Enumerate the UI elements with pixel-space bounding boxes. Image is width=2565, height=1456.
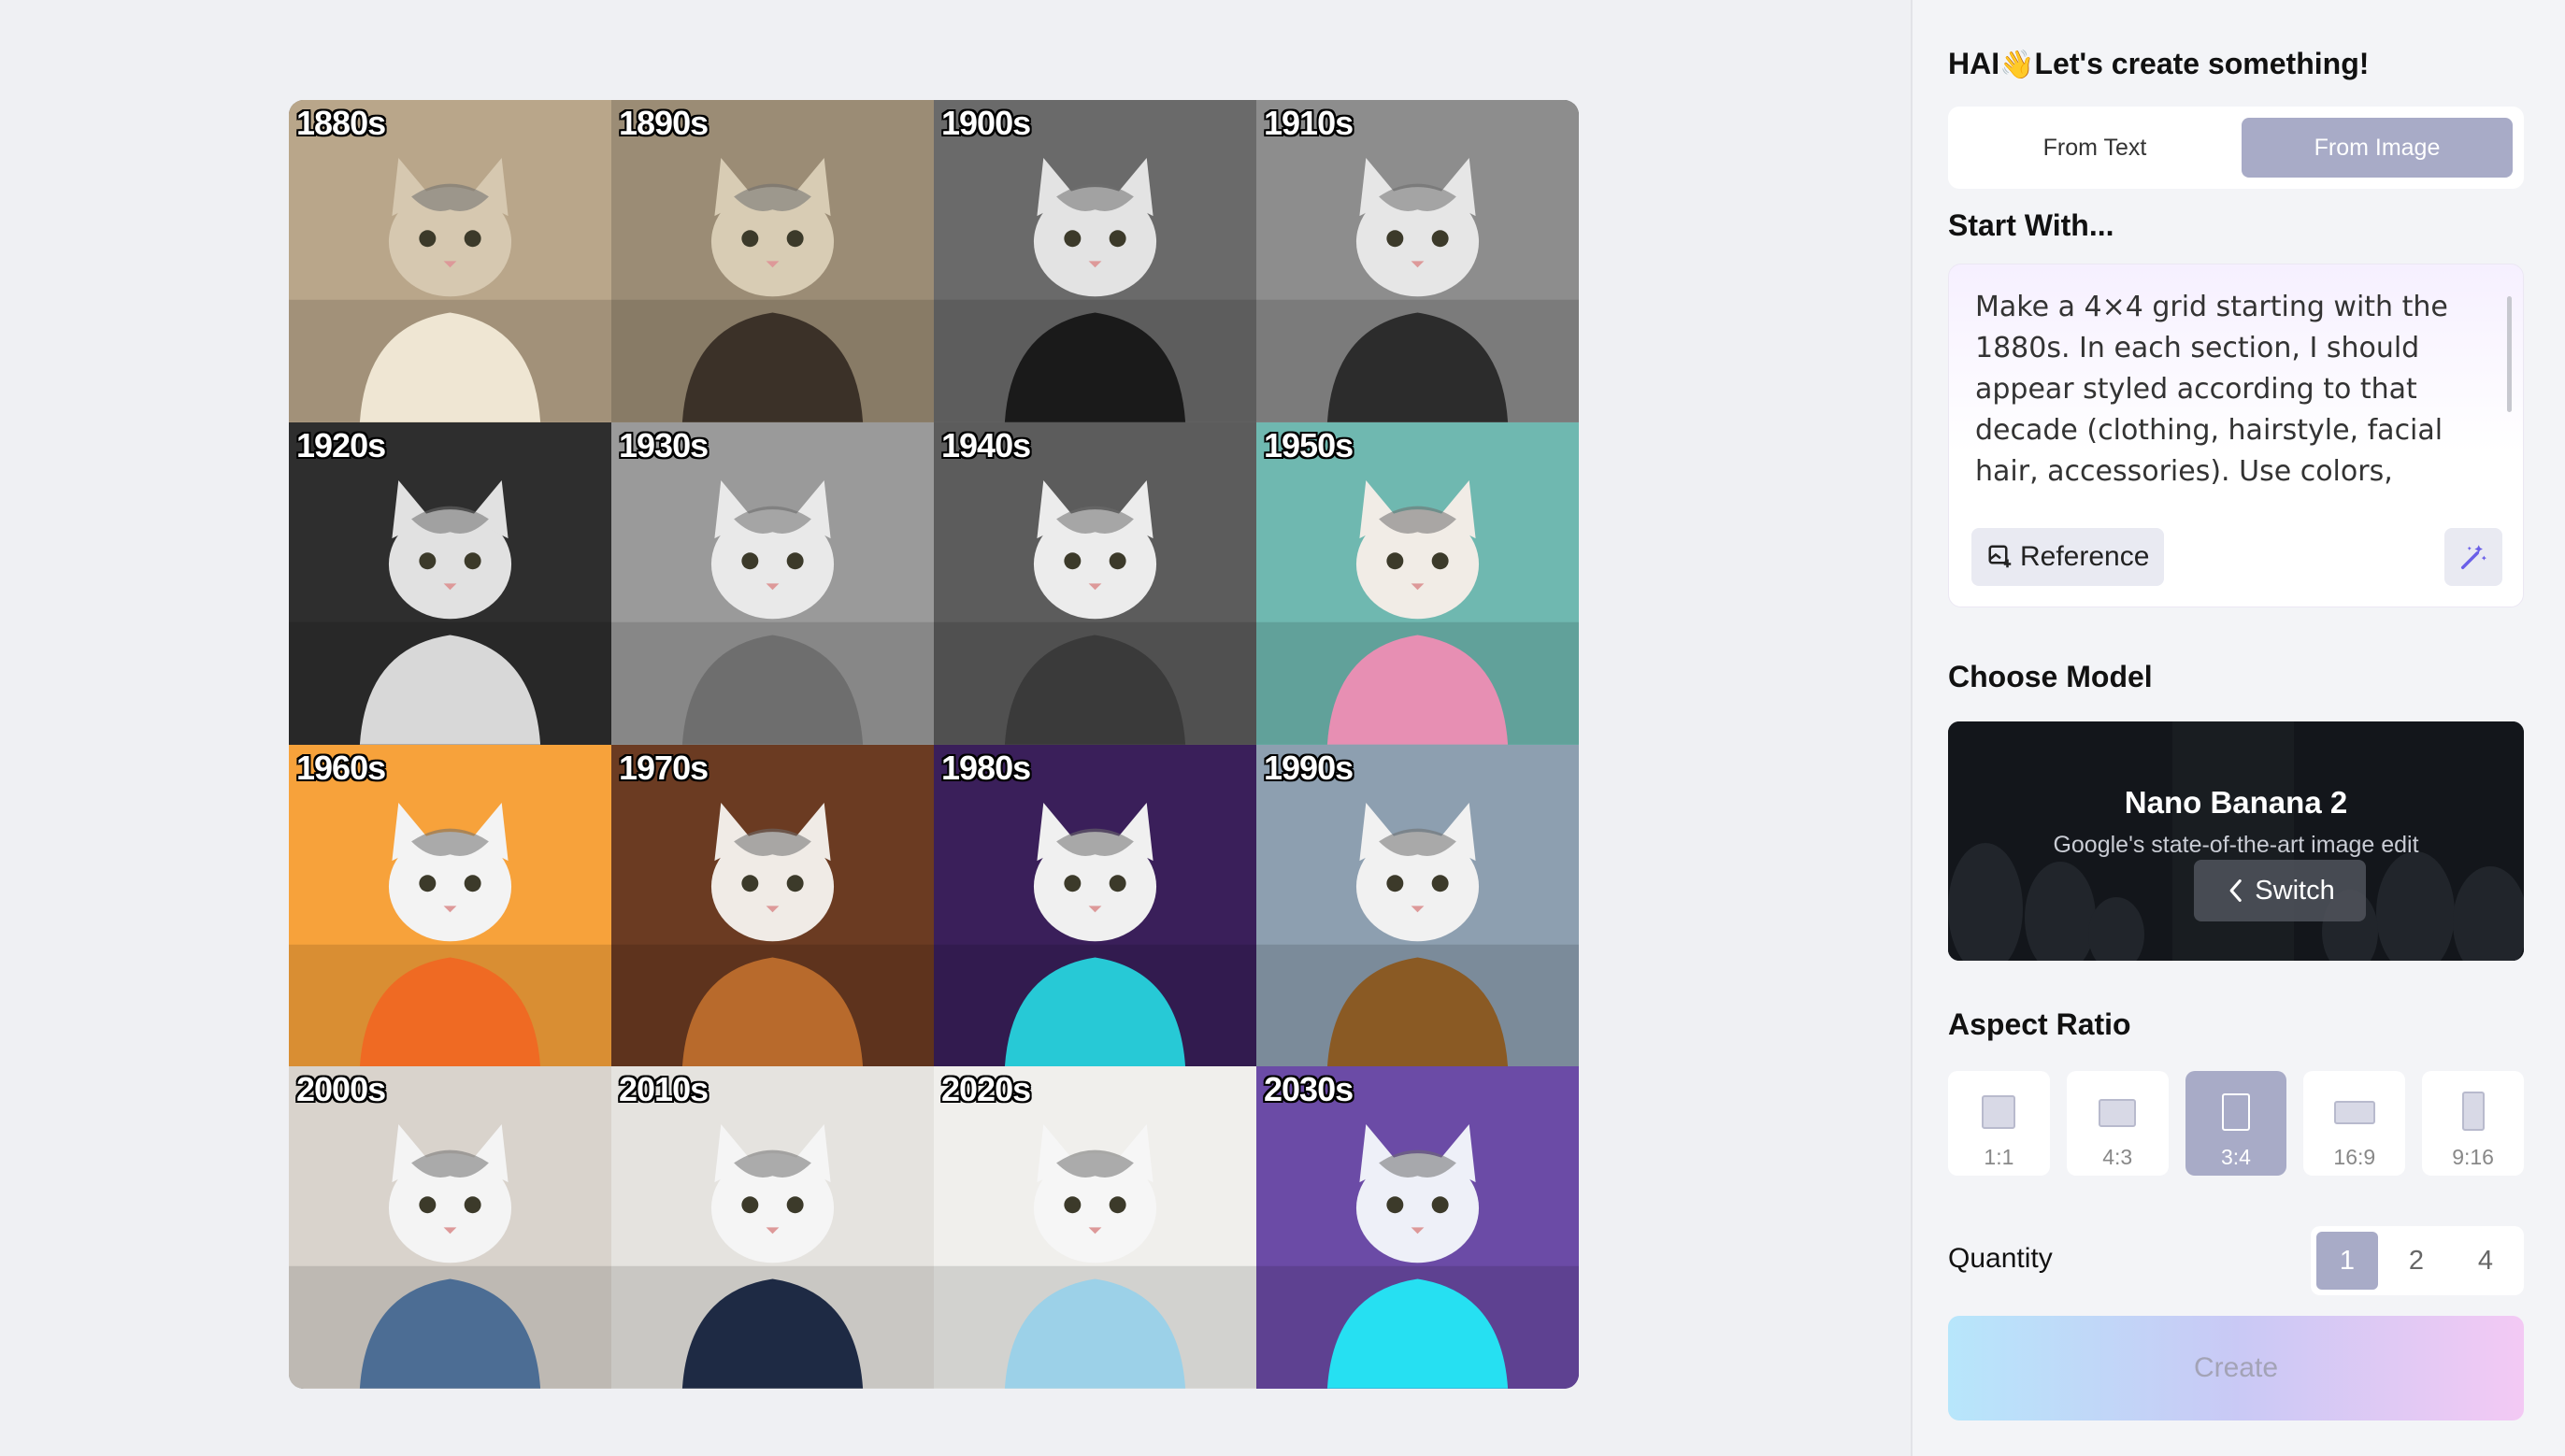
landscape-ratio-icon [2099,1099,2137,1127]
quantity-selector: 1 2 4 [2311,1226,2524,1295]
grid-tile[interactable]: 2000s [289,1066,611,1389]
cat-portrait-illustration [611,744,934,1067]
decade-label: 1890s [619,104,709,142]
title-suffix: Let's create something! [2034,47,2370,80]
magic-wand-icon [2460,545,2486,570]
cat-portrait-illustration [1256,421,1579,745]
grid-tile[interactable]: 1880s [289,100,611,422]
decade-label: 1980s [941,748,1031,787]
cat-portrait-illustration [611,421,934,745]
ratio-label: 16:9 [2333,1145,2376,1169]
model-description: Google's state-of-the-art image edit [2053,832,2419,858]
chevron-left-icon [2229,879,2243,902]
grid-tile[interactable]: 1970s [611,744,934,1067]
decade-label: 2000s [296,1070,386,1109]
decade-label: 2030s [1264,1070,1354,1109]
ratio-label: 1:1 [1984,1145,2014,1169]
decade-label: 1970s [619,748,709,787]
create-button[interactable]: Create [1948,1316,2524,1420]
cat-portrait-illustration [934,100,1256,422]
switch-model-button[interactable]: Switch [2194,860,2366,921]
ratio-label: 3:4 [2221,1145,2251,1169]
decade-label: 2010s [619,1070,709,1109]
quantity-1-button[interactable]: 1 [2316,1232,2378,1290]
ratio-label: 9:16 [2452,1145,2494,1169]
portrait-ratio-icon [2221,1093,2250,1131]
grid-tile[interactable]: 1940s [934,421,1256,745]
aspect-ratio-options: 1:1 4:3 3:4 16:9 9:16 [1948,1071,2524,1176]
create-panel: HAI👋Let's create something! From Text Fr… [1911,0,2565,1456]
ratio-16-9-button[interactable]: 16:9 [2303,1071,2406,1176]
reference-button[interactable]: Reference [1971,528,2165,586]
cat-portrait-illustration [934,1066,1256,1389]
cat-portrait-illustration [611,100,934,422]
mode-toggle: From Text From Image [1948,107,2524,189]
cat-portrait-illustration [1256,744,1579,1067]
decade-label: 1900s [941,104,1031,142]
decade-label: 1940s [941,425,1031,464]
decade-label: 1930s [619,425,709,464]
decade-label: 1990s [1264,748,1354,787]
title-prefix: HAI [1948,47,2000,80]
grid-tile[interactable]: 1980s [934,744,1256,1067]
cat-portrait-illustration [289,421,611,745]
aspect-ratio-label: Aspect Ratio [1948,1007,2131,1041]
model-card[interactable]: Nano Banana 2 Google's state-of-the-art … [1948,721,2524,961]
decade-label: 1880s [296,104,386,142]
prompt-scrollbar[interactable] [2507,296,2512,412]
decade-label: 1910s [1264,104,1354,142]
ratio-9-16-button[interactable]: 9:16 [2422,1071,2524,1176]
image-grid[interactable]: 1880s 1890s 1900s 1910s 1920s 1930s 1940s 1950s… [289,100,1579,1389]
image-upload-icon [1988,545,2012,568]
from-image-tab[interactable]: From Image [2242,118,2513,178]
decade-label: 1960s [296,748,386,787]
ratio-1-1-button[interactable]: 1:1 [1948,1071,2050,1176]
prompt-textarea[interactable]: Make a 4×4 grid starting with the 1880s.… [1975,287,2485,494]
quantity-label: Quantity [1948,1243,2053,1274]
square-ratio-icon [1982,1095,2016,1129]
wide-ratio-icon [2333,1101,2375,1124]
waving-hand-icon: 👋 [1999,50,2035,80]
choose-model-label: Choose Model [1948,660,2153,693]
cat-portrait-illustration [289,1066,611,1389]
grid-tile[interactable]: 1950s [1256,421,1579,745]
grid-tile[interactable]: 2030s [1256,1066,1579,1389]
reference-label: Reference [2020,541,2150,572]
cat-portrait-illustration [1256,1066,1579,1389]
start-with-label: Start With... [1948,208,2114,242]
decade-label: 1950s [1264,425,1354,464]
grid-tile[interactable]: 1900s [934,100,1256,422]
magic-enhance-button[interactable] [2444,528,2502,586]
tall-ratio-icon [2461,1092,2485,1131]
decade-label: 1920s [296,425,386,464]
model-name: Nano Banana 2 [2124,785,2348,820]
grid-tile[interactable]: 1930s [611,421,934,745]
grid-tile[interactable]: 1890s [611,100,934,422]
cat-portrait-illustration [289,744,611,1067]
panel-title: HAI👋Let's create something! [1948,47,2369,81]
grid-tile[interactable]: 2020s [934,1066,1256,1389]
canvas-area: 1880s 1890s 1900s 1910s 1920s 1930s 1940s 1950s… [0,0,1911,1456]
quantity-4-button[interactable]: 4 [2455,1232,2516,1290]
ratio-4-3-button[interactable]: 4:3 [2066,1071,2169,1176]
grid-tile[interactable]: 1990s [1256,744,1579,1067]
grid-tile[interactable]: 1910s [1256,100,1579,422]
cat-portrait-illustration [934,421,1256,745]
cat-portrait-illustration [934,744,1256,1067]
prompt-box: Make a 4×4 grid starting with the 1880s.… [1948,264,2524,607]
ratio-3-4-button[interactable]: 3:4 [2185,1071,2287,1176]
grid-tile[interactable]: 1920s [289,421,611,745]
quantity-2-button[interactable]: 2 [2386,1232,2447,1290]
decade-label: 2020s [941,1070,1031,1109]
from-text-tab[interactable]: From Text [1959,118,2230,178]
cat-portrait-illustration [1256,100,1579,422]
cat-portrait-illustration [289,100,611,422]
switch-label: Switch [2255,875,2335,906]
cat-portrait-illustration [611,1066,934,1389]
grid-tile[interactable]: 1960s [289,744,611,1067]
grid-tile[interactable]: 2010s [611,1066,934,1389]
ratio-label: 4:3 [2102,1145,2133,1169]
